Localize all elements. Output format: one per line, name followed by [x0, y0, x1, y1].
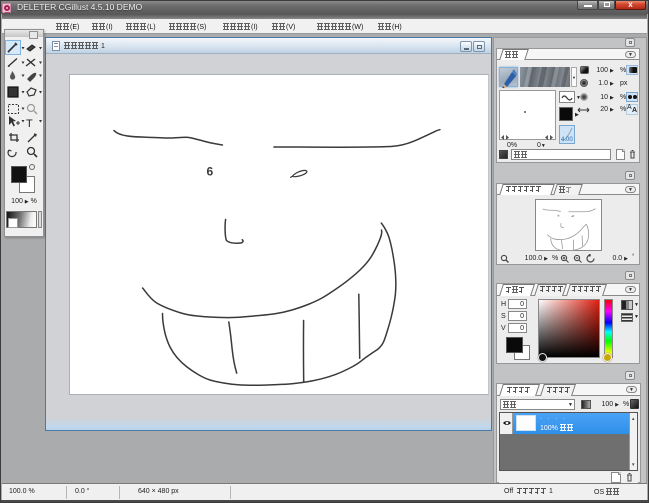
svg-text:6: 6	[207, 165, 214, 179]
svg-text:T: T	[26, 118, 33, 130]
